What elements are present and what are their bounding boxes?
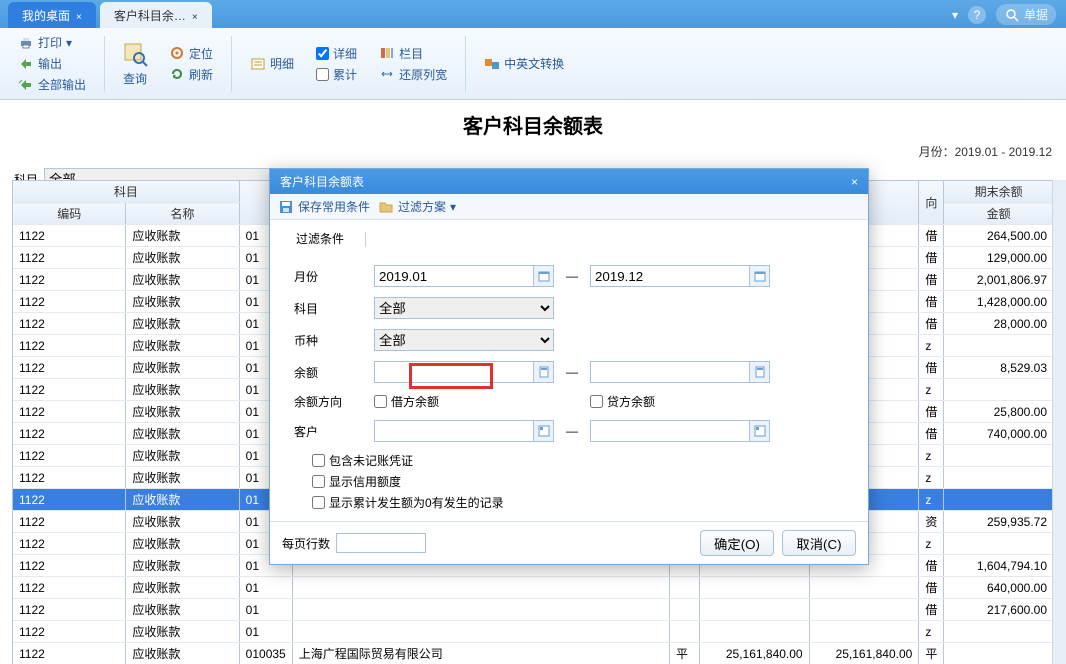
save-icon [278,199,294,215]
save-conditions-button[interactable]: 保存常用条件 [278,198,370,215]
lookup-icon[interactable] [534,420,554,442]
calendar-icon[interactable] [534,265,554,287]
show-zero-label: 显示累计发生额为0有发生的记录 [329,494,504,511]
global-search[interactable]: 单据 [996,4,1056,25]
table-row[interactable]: 1122应收账款01借640,000.00 [13,577,1054,599]
printer-icon [18,35,34,51]
folder-icon [378,199,394,215]
customer-label: 客户 [294,423,374,440]
currency-label: 币种 [294,332,374,349]
close-icon[interactable]: × [851,175,858,189]
subject-label: 科目 [294,300,374,317]
tab-report[interactable]: 客户科目余…× [100,2,212,28]
dialog-footer: 每页行数 确定(O) 取消(C) [270,521,868,564]
export-icon [18,56,34,72]
show-zero-checkbox[interactable] [312,496,325,509]
col-group-subject: 科目 [13,181,239,203]
debit-balance-label: 借方余额 [391,393,439,410]
subject-select[interactable]: 全部 [374,297,554,319]
locate-button[interactable]: 定位 [169,45,213,62]
lookup-icon[interactable] [750,420,770,442]
credit-balance-checkbox[interactable] [590,395,603,408]
table-row[interactable]: 1122应收账款01借217,600.00 [13,599,1054,621]
ok-button[interactable]: 确定(O) [700,530,774,556]
columns-button[interactable]: 栏目 [379,45,447,62]
refresh-button[interactable]: 刷新 [169,66,213,83]
table-row[interactable]: 1122应收账款01z [13,621,1054,643]
col-name: 名称 [126,203,239,225]
col-dir: 向 [919,181,944,225]
calculator-icon[interactable] [750,361,770,383]
dropdown-icon[interactable]: ▾ [952,8,958,22]
reset-width-icon [379,66,395,82]
print-button[interactable]: 打印 ▾ [18,34,86,51]
detail-button[interactable]: 明细 [250,55,294,72]
cancel-button[interactable]: 取消(C) [782,530,856,556]
rows-per-page-input[interactable] [336,533,426,553]
month-label: 月份 [294,268,374,285]
reset-width-button[interactable]: 还原列宽 [379,66,447,83]
locate-icon [169,45,185,61]
top-bar: 我的桌面× 客户科目余…× ▾ ? 单据 [0,0,1066,28]
export-all-button[interactable]: 全部输出 [18,76,86,93]
dialog-toolbar: 保存常用条件 过滤方案 ▾ [270,194,868,220]
dialog-tabs: 过滤条件 [270,220,868,253]
detail-icon [250,56,266,72]
calendar-icon[interactable] [750,265,770,287]
currency-select[interactable]: 全部 [374,329,554,351]
include-unposted-checkbox[interactable] [312,454,325,467]
period-line: 月份：2019.01 - 2019.12 [0,143,1066,164]
lang-icon [484,56,500,72]
credit-balance-label: 贷方余额 [607,393,655,410]
col-amount: 金额 [944,203,1054,225]
refresh-icon [169,66,185,82]
cumulative-checkbox[interactable]: 累计 [316,66,357,83]
dialog-titlebar[interactable]: 客户科目余额表 × [270,169,868,194]
annotation-highlight [409,363,493,389]
customer-to-input[interactable] [590,420,750,442]
close-icon[interactable]: × [192,12,198,23]
debit-balance-checkbox[interactable] [374,395,387,408]
search-button[interactable]: 查询 [115,40,155,87]
tab-desktop[interactable]: 我的桌面× [8,2,96,28]
tab-filter-conditions[interactable]: 过滤条件 [284,226,356,253]
columns-icon [379,45,395,61]
balance-dir-label: 余额方向 [294,393,374,410]
lang-switch-button[interactable]: 中英文转换 [484,55,564,72]
show-credit-limit-label: 显示信用额度 [329,473,401,490]
include-unposted-label: 包含未记账凭证 [329,452,413,469]
search-big-icon [121,40,149,68]
vertical-scrollbar[interactable] [1052,180,1066,664]
export-button[interactable]: 输出 [18,55,86,72]
rows-per-page-label: 每页行数 [282,535,330,552]
balance-to-input[interactable] [590,361,750,383]
search-icon [1004,7,1020,23]
show-credit-limit-checkbox[interactable] [312,475,325,488]
page-title: 客户科目余额表 [0,100,1066,143]
cumulative-cb[interactable] [316,68,329,81]
export-all-icon [18,77,34,93]
detailed-cb[interactable] [316,47,329,60]
ribbon: 打印 ▾ 输出 全部输出 查询 定位 刷新 明细 详细 累计 栏目 还原列宽 中… [0,28,1066,100]
calculator-icon[interactable] [534,361,554,383]
filter-plan-button[interactable]: 过滤方案 ▾ [378,198,456,215]
filter-dialog: 客户科目余额表 × 保存常用条件 过滤方案 ▾ 过滤条件 月份 — 科目 全部 … [269,168,869,565]
dialog-title: 客户科目余额表 [280,173,364,190]
month-to-input[interactable] [590,265,750,287]
detailed-checkbox[interactable]: 详细 [316,45,357,62]
customer-from-input[interactable] [374,420,534,442]
help-icon[interactable]: ? [968,6,986,24]
close-icon[interactable]: × [76,12,82,23]
balance-label: 余额 [294,364,374,381]
col-code: 编码 [13,203,126,225]
col-group-ending: 期末余额 [944,181,1054,203]
month-from-input[interactable] [374,265,534,287]
table-row[interactable]: 1122应收账款010035上海广程国际贸易有限公司平25,161,840.00… [13,643,1054,664]
